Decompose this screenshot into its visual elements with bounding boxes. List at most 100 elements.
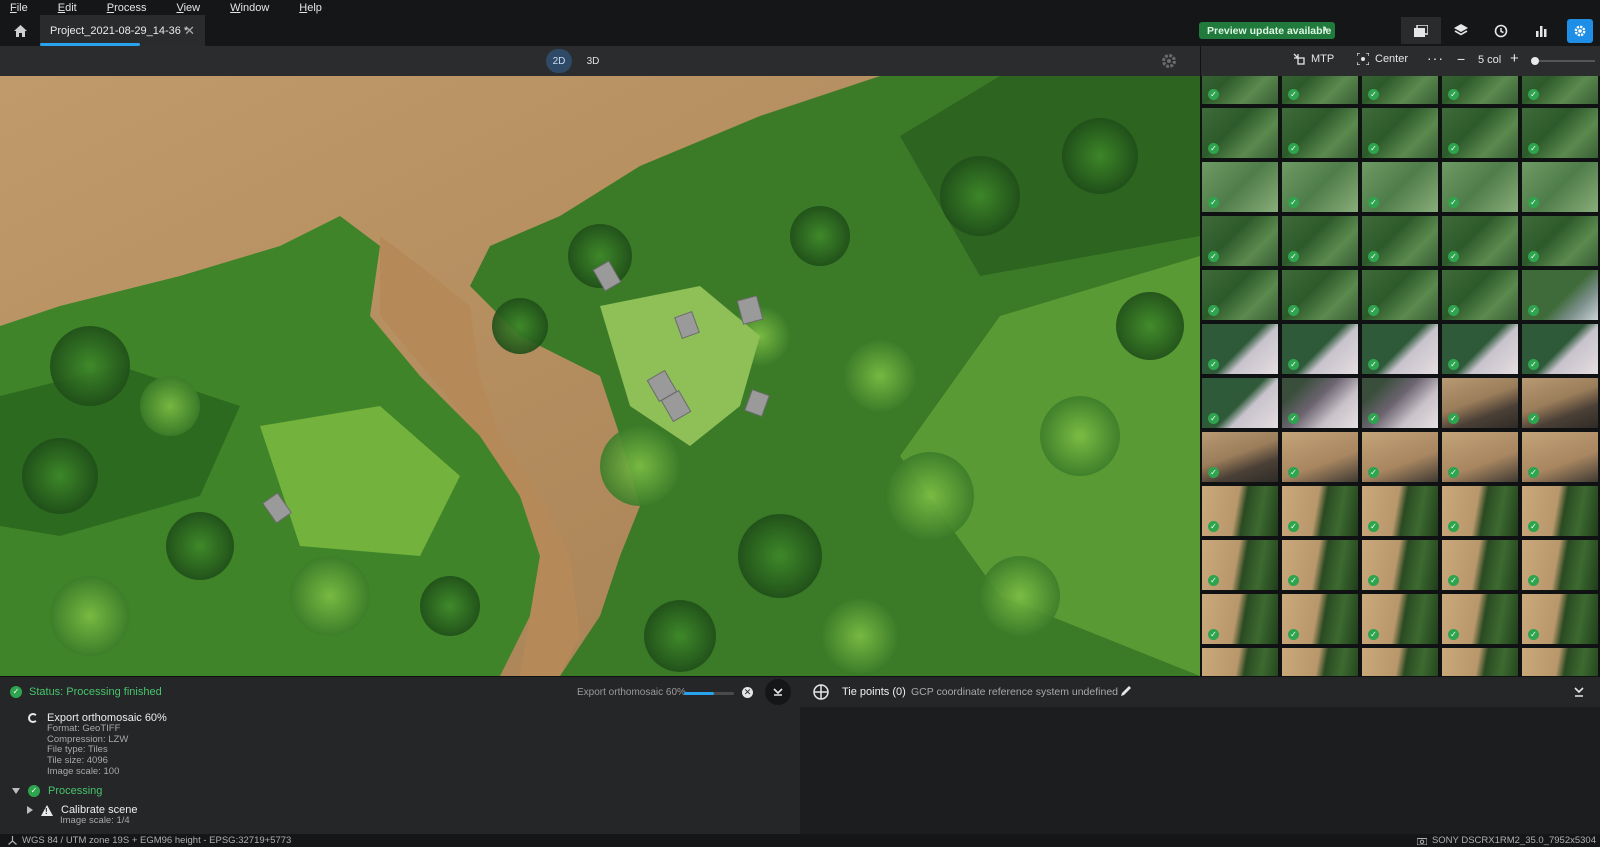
image-thumbnail[interactable]: ✓ <box>1362 216 1438 266</box>
image-thumbnail[interactable]: ✓ <box>1442 432 1518 482</box>
image-thumbnail[interactable]: ✓ <box>1522 108 1598 158</box>
check-circle-icon: ✓ <box>1448 521 1459 532</box>
image-thumbnail[interactable]: ✓ <box>1362 270 1438 320</box>
image-thumbnail[interactable]: ✓ <box>1202 648 1278 676</box>
image-thumbnail[interactable]: ✓ <box>1202 378 1278 428</box>
photos-panel-button[interactable] <box>1401 17 1441 44</box>
image-thumbnail[interactable]: ✓ <box>1282 270 1358 320</box>
image-thumbnail[interactable]: ✓ <box>1442 108 1518 158</box>
image-thumbnail[interactable]: ✓ <box>1362 76 1438 104</box>
image-thumbnail[interactable]: ✓ <box>1362 378 1438 428</box>
view-3d-button[interactable]: 3D <box>580 49 606 73</box>
orthomosaic-map-view[interactable] <box>0 76 1200 676</box>
image-thumbnail[interactable]: ✓ <box>1522 648 1598 676</box>
image-thumbnail[interactable]: ✓ <box>1362 108 1438 158</box>
image-thumbnail[interactable]: ✓ <box>1282 594 1358 644</box>
image-thumbnail[interactable]: ✓ <box>1202 594 1278 644</box>
center-button[interactable]: Center <box>1357 53 1408 65</box>
chevron-right-icon[interactable] <box>27 806 33 814</box>
image-thumbnail[interactable]: ✓ <box>1442 648 1518 676</box>
image-thumbnail[interactable]: ✓ <box>1522 216 1598 266</box>
image-thumbnail[interactable]: ✓ <box>1522 270 1598 320</box>
image-thumbnail[interactable]: ✓ <box>1282 108 1358 158</box>
crs-info[interactable]: WGS 84 / UTM zone 19S + EGM96 height - E… <box>8 835 291 846</box>
image-thumbnail[interactable]: ✓ <box>1522 324 1598 374</box>
tie-points-label[interactable]: Tie points (0) <box>842 686 906 698</box>
mtp-button[interactable]: MTP <box>1293 53 1334 65</box>
image-thumbnail[interactable]: ✓ <box>1202 432 1278 482</box>
collapse-down-icon[interactable] <box>1571 684 1587 700</box>
image-thumbnail[interactable]: ✓ <box>1522 540 1598 590</box>
image-thumbnail[interactable]: ✓ <box>1442 486 1518 536</box>
image-thumbnail[interactable]: ✓ <box>1202 76 1278 104</box>
task-processing-group[interactable]: ✓ Processing <box>12 785 102 797</box>
image-thumbnail[interactable]: ✓ <box>1362 648 1438 676</box>
task-calibrate-scene[interactable]: ! Calibrate scene Image scale: 1/4 <box>27 804 137 827</box>
image-thumbnail[interactable]: ✓ <box>1522 378 1598 428</box>
image-thumbnail[interactable]: ✓ <box>1202 270 1278 320</box>
collapse-panel-button[interactable] <box>765 679 791 705</box>
pencil-icon[interactable] <box>1119 684 1133 698</box>
menu-view[interactable]: View <box>176 2 200 14</box>
slider-handle[interactable] <box>1531 57 1539 65</box>
image-thumbnail[interactable]: ✓ <box>1522 432 1598 482</box>
image-thumbnail[interactable]: ✓ <box>1282 162 1358 212</box>
image-thumbnail[interactable]: ✓ <box>1282 216 1358 266</box>
chevron-down-icon[interactable] <box>12 788 20 794</box>
home-icon <box>13 24 27 37</box>
image-thumbnail[interactable]: ✓ <box>1282 486 1358 536</box>
preview-update-button[interactable]: Preview update available › <box>1199 22 1335 39</box>
statistics-panel-button[interactable] <box>1521 17 1561 44</box>
decrease-columns-button[interactable]: − <box>1457 51 1465 67</box>
image-thumbnail[interactable]: ✓ <box>1202 324 1278 374</box>
image-thumbnail[interactable]: ✓ <box>1362 540 1438 590</box>
image-thumbnail[interactable]: ✓ <box>1282 324 1358 374</box>
menu-help[interactable]: Help <box>299 2 322 14</box>
image-thumbnail[interactable]: ✓ <box>1442 540 1518 590</box>
history-panel-button[interactable] <box>1481 17 1521 44</box>
image-thumbnail[interactable]: ✓ <box>1442 324 1518 374</box>
settings-panel-button[interactable] <box>1567 19 1593 43</box>
menu-window[interactable]: Window <box>230 2 269 14</box>
close-icon[interactable]: ✕ <box>184 23 195 39</box>
image-thumbnail[interactable]: ✓ <box>1522 594 1598 644</box>
image-thumbnail[interactable]: ✓ <box>1362 432 1438 482</box>
image-thumbnail[interactable]: ✓ <box>1442 216 1518 266</box>
image-thumbnail[interactable]: ✓ <box>1442 594 1518 644</box>
home-button[interactable] <box>0 15 40 46</box>
image-thumbnail[interactable]: ✓ <box>1282 648 1358 676</box>
cancel-export-icon[interactable]: ✕ <box>742 687 753 698</box>
view-2d-button[interactable]: 2D <box>546 49 572 73</box>
image-thumbnail[interactable]: ✓ <box>1202 540 1278 590</box>
menu-process[interactable]: Process <box>107 2 147 14</box>
image-thumbnail-grid[interactable]: ✓ ✓ ✓ ✓ ✓ ✓ ✓ ✓ ✓ ✓ ✓ ✓ ✓ ✓ ✓ ✓ ✓ ✓ ✓ ✓ ✓ ✓ ✓ ✓ ✓ ✓ ✓ ✓ ✓ ✓ ✓ ✓ ✓ ✓ ✓ ✓ ✓ ✓ ✓ ✓… <box>1200 76 1600 676</box>
image-thumbnail[interactable]: ✓ <box>1522 162 1598 212</box>
image-thumbnail[interactable]: ✓ <box>1442 378 1518 428</box>
layers-panel-button[interactable] <box>1441 17 1481 44</box>
image-thumbnail[interactable]: ✓ <box>1362 486 1438 536</box>
image-thumbnail[interactable]: ✓ <box>1202 162 1278 212</box>
image-thumbnail[interactable]: ✓ <box>1282 540 1358 590</box>
thumbnail-size-slider[interactable] <box>1531 57 1595 65</box>
image-thumbnail[interactable]: ✓ <box>1202 216 1278 266</box>
menu-file[interactable]: File <box>10 2 28 14</box>
image-thumbnail[interactable]: ✓ <box>1362 594 1438 644</box>
image-thumbnail[interactable]: ✓ <box>1442 270 1518 320</box>
image-thumbnail[interactable]: ✓ <box>1282 76 1358 104</box>
increase-columns-button[interactable]: + <box>1510 50 1519 67</box>
image-thumbnail[interactable]: ✓ <box>1522 486 1598 536</box>
image-thumbnail[interactable]: ✓ <box>1362 162 1438 212</box>
image-thumbnail[interactable]: ✓ <box>1522 76 1598 104</box>
image-thumbnail[interactable]: ✓ <box>1202 108 1278 158</box>
menu-edit[interactable]: Edit <box>58 2 77 14</box>
image-thumbnail[interactable]: ✓ <box>1282 378 1358 428</box>
image-thumbnail[interactable]: ✓ <box>1362 324 1438 374</box>
image-thumbnail[interactable]: ✓ <box>1202 486 1278 536</box>
image-thumbnail[interactable]: ✓ <box>1282 432 1358 482</box>
image-thumbnail[interactable]: ✓ <box>1442 162 1518 212</box>
tab-project[interactable]: Project_2021-08-29_14-36 * ✕ <box>40 15 205 46</box>
gcp-target-icon[interactable] <box>812 683 830 701</box>
view-settings-gear-icon[interactable] <box>1160 52 1178 70</box>
more-options-icon[interactable]: ··· <box>1427 50 1444 66</box>
image-thumbnail[interactable]: ✓ <box>1442 76 1518 104</box>
